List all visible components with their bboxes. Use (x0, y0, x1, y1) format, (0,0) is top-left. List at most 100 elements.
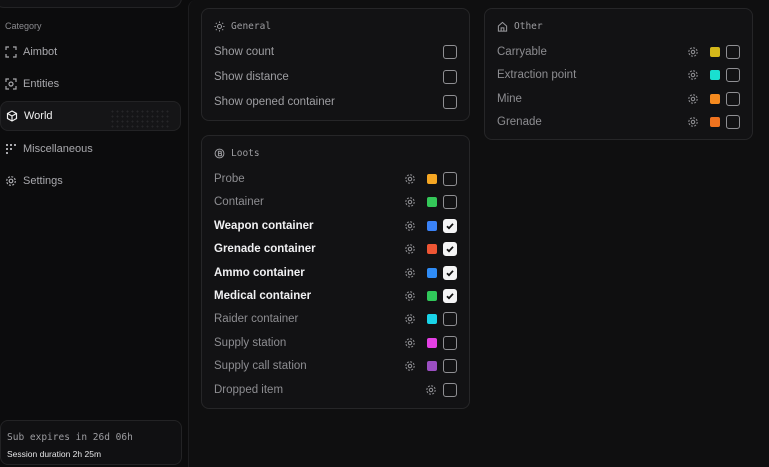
color-swatch[interactable] (710, 47, 720, 57)
color-swatch[interactable] (427, 291, 437, 301)
gear-icon[interactable] (404, 196, 416, 208)
loots-row-container: Container (214, 192, 457, 212)
color-swatch[interactable] (427, 337, 437, 348)
loots-row-supply-call-station: Supply call station (214, 356, 457, 376)
gear-icon[interactable] (687, 69, 699, 81)
other-panel-title: Other (497, 21, 543, 32)
sidebar-item-settings[interactable]: Settings (0, 166, 181, 196)
sidebar-item-entities[interactable]: Entities (0, 69, 181, 99)
loots-panel-title: Loots (214, 148, 260, 159)
gear-icon (5, 175, 17, 187)
loots-row-supply-station: Supply station (214, 333, 457, 353)
gear-icon[interactable] (404, 290, 416, 302)
check-icon (446, 269, 454, 277)
mine-checkbox[interactable] (726, 91, 740, 106)
color-swatch[interactable] (427, 197, 437, 208)
row-label: Container (214, 196, 264, 209)
loots-row-ammo-container: Ammo container (214, 263, 457, 283)
gear-icon[interactable] (404, 267, 416, 279)
probe-checkbox[interactable] (443, 172, 457, 186)
session-duration: Session duration 2h 25m (7, 449, 102, 459)
show-distance-checkbox[interactable] (443, 70, 457, 84)
grenade-checkbox[interactable] (726, 115, 740, 130)
sidebar-item-miscellaneous[interactable]: Miscellaneous (0, 134, 181, 164)
crosshair-icon (5, 46, 17, 58)
general-panel-title: General (214, 21, 271, 32)
row-label: Medical container (214, 290, 312, 302)
row-label: Ammo container (214, 266, 305, 279)
gear-icon[interactable] (687, 116, 699, 128)
gear-icon[interactable] (404, 360, 416, 372)
loots-panel: Loots Probe Container Weapon container Gren… (201, 135, 470, 409)
container-checkbox[interactable] (443, 195, 457, 210)
gear-icon[interactable] (404, 173, 416, 185)
color-swatch[interactable] (427, 314, 437, 325)
color-swatch[interactable] (427, 244, 437, 255)
other-row-mine: Mine (497, 89, 740, 109)
general-title-text: General (231, 21, 272, 32)
subscription-info: Sub expires in 26d 06h Session duration … (0, 420, 182, 465)
subscription-expiry: Sub expires in 26d 06h (7, 432, 133, 443)
gear-icon[interactable] (425, 384, 437, 396)
row-label: Supply station (214, 336, 287, 349)
color-swatch[interactable] (427, 361, 437, 372)
main-content: General Show count Show distance Show op… (188, 0, 769, 467)
raider-container-checkbox[interactable] (443, 312, 457, 327)
color-swatch[interactable] (427, 220, 437, 231)
sidebar-item-world[interactable]: World (0, 101, 181, 131)
row-label: Grenade (497, 116, 542, 129)
gear-icon[interactable] (404, 243, 416, 255)
show-count-checkbox[interactable] (443, 45, 457, 59)
gear-icon[interactable] (687, 93, 699, 105)
gear-icon[interactable] (687, 46, 699, 58)
color-swatch[interactable] (427, 267, 437, 278)
gear-icon[interactable] (404, 220, 416, 232)
extraction-point-checkbox[interactable] (726, 68, 740, 83)
dropped-item-checkbox[interactable] (443, 382, 457, 397)
row-label: Mine (497, 92, 522, 105)
supply-station-checkbox[interactable] (443, 335, 457, 350)
supply-call-station-checkbox[interactable] (443, 359, 457, 374)
other-title-text: Other (514, 21, 543, 32)
other-panel: Other Carryable Extraction point Mine Grena… (484, 8, 753, 140)
row-label: Supply call station (214, 360, 307, 373)
loots-row-dropped-item: Dropped item (214, 380, 457, 400)
row-label: Show opened container (214, 96, 335, 108)
general-row-show-count: Show count (214, 42, 457, 62)
sidebar: Category Aimbot Entities World Miscellan… (0, 0, 186, 467)
sidebar-item-label: Aimbot (23, 46, 58, 58)
check-icon (446, 222, 454, 230)
grid-icon (5, 143, 17, 155)
loots-row-medical-container: Medical container (214, 286, 457, 306)
gear-icon[interactable] (404, 337, 416, 349)
sidebar-item-aimbot[interactable]: Aimbot (0, 37, 181, 67)
general-row-show-distance: Show distance (214, 67, 457, 87)
medical-container-checkbox[interactable] (443, 289, 457, 303)
ammo-container-checkbox[interactable] (443, 265, 457, 280)
color-swatch[interactable] (710, 117, 720, 128)
color-swatch[interactable] (427, 174, 437, 184)
general-row-show-opened-container: Show opened container (214, 92, 457, 112)
cube-icon (6, 110, 18, 122)
general-panel: General Show count Show distance Show op… (201, 8, 470, 121)
loots-row-raider-container: Raider container (214, 309, 457, 329)
show-opened-container-checkbox[interactable] (443, 95, 457, 109)
row-label: Probe (214, 173, 245, 185)
loots-row-grenade-container: Grenade container (214, 239, 457, 259)
carryable-checkbox[interactable] (726, 45, 740, 59)
row-label: Carryable (497, 46, 547, 58)
weapon-container-checkbox[interactable] (443, 218, 457, 233)
sidebar-item-label: World (24, 110, 53, 122)
color-swatch[interactable] (710, 93, 720, 104)
gear-icon[interactable] (404, 313, 416, 325)
sidebar-item-label: Entities (23, 78, 60, 90)
target-icon (5, 78, 17, 90)
sun-icon (214, 21, 225, 32)
row-label: Grenade container (214, 243, 316, 256)
grenade-container-checkbox[interactable] (443, 242, 457, 257)
coin-icon (214, 148, 225, 159)
other-row-extraction-point: Extraction point (497, 65, 740, 85)
category-label: Category (5, 21, 42, 31)
color-swatch[interactable] (710, 70, 720, 81)
row-label: Show count (214, 46, 275, 58)
